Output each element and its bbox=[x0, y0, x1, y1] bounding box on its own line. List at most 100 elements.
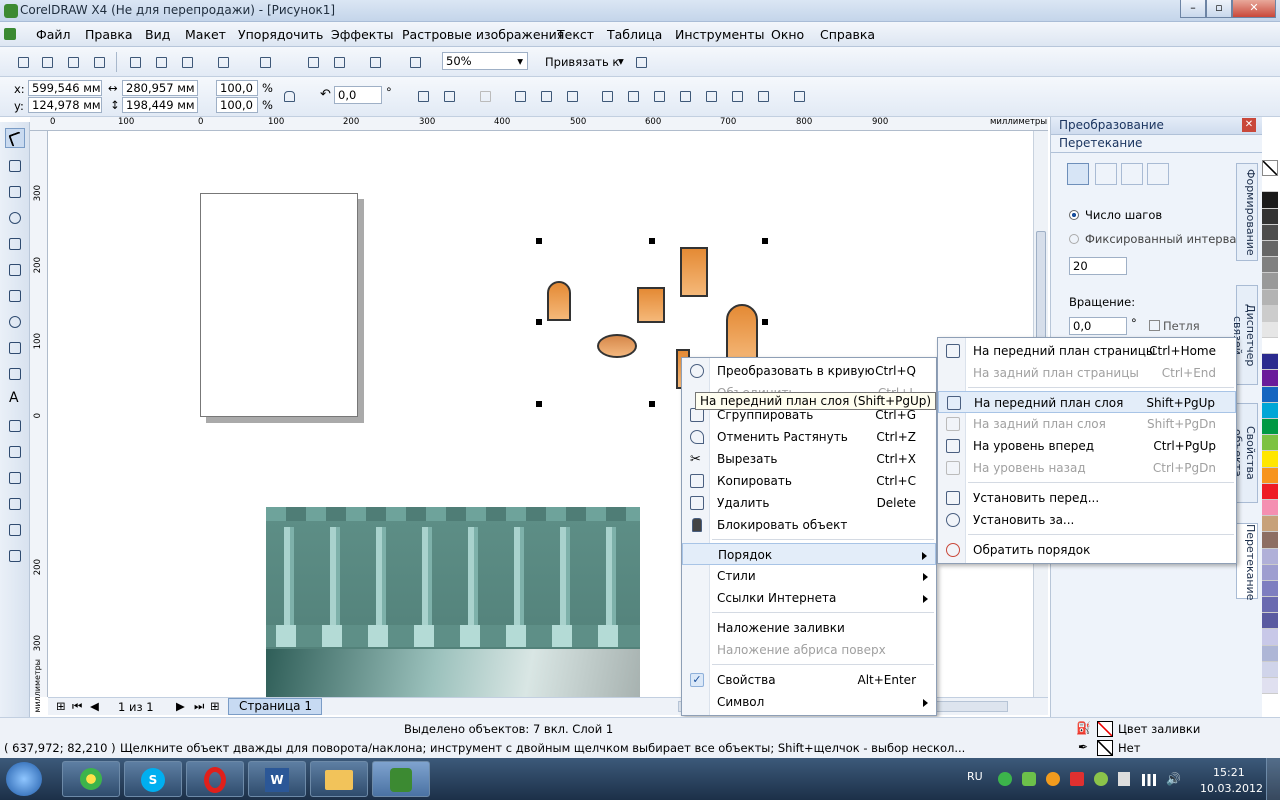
color-swatch[interactable] bbox=[1262, 483, 1278, 500]
color-swatch[interactable] bbox=[1262, 548, 1278, 565]
zoom-select[interactable]: 50% ▾ bbox=[442, 52, 528, 70]
steps-field[interactable]: 20 bbox=[1069, 257, 1127, 275]
menu-bitmaps[interactable]: Растровые изображения bbox=[402, 27, 564, 42]
ellipse-shape[interactable] bbox=[597, 334, 637, 358]
icq-tray-icon[interactable] bbox=[998, 772, 1012, 786]
menu-tools[interactable]: Инструменты bbox=[675, 27, 764, 42]
next-page-button[interactable]: ▶ bbox=[176, 699, 185, 713]
tab-object-properties[interactable]: Свойства объекта bbox=[1231, 403, 1258, 503]
fill-swatch[interactable] bbox=[1097, 721, 1113, 737]
menu-view[interactable]: Вид bbox=[145, 27, 170, 42]
close-button[interactable]: ✕ bbox=[1232, 0, 1276, 18]
blend-misc-icon[interactable] bbox=[1147, 163, 1169, 185]
zoom-tool-icon[interactable] bbox=[5, 208, 25, 228]
paste-icon[interactable] bbox=[178, 53, 196, 71]
minimize-button[interactable]: – bbox=[1180, 0, 1206, 18]
export-icon[interactable] bbox=[330, 53, 348, 71]
menu-item-to-front-of-page[interactable]: На передний план страницы Ctrl+Home bbox=[938, 340, 1236, 362]
rotation-field[interactable]: 0,0 bbox=[1069, 317, 1127, 335]
color-swatch[interactable] bbox=[1262, 580, 1278, 598]
ungroup-icon[interactable] bbox=[537, 87, 555, 105]
menu-item-styles[interactable]: Стили bbox=[682, 565, 936, 587]
color-swatch[interactable] bbox=[1262, 289, 1278, 306]
menu-item-undo-stretch[interactable]: Отменить Растянуть Ctrl+Z bbox=[682, 426, 936, 448]
new-icon[interactable] bbox=[14, 53, 32, 71]
explorer-taskbar-icon[interactable] bbox=[310, 761, 368, 797]
last-page-button[interactable]: ⏭ bbox=[194, 699, 204, 714]
outline-tool-icon[interactable] bbox=[5, 494, 25, 514]
lock-ratio-icon[interactable] bbox=[280, 87, 298, 105]
back-minus-front-icon[interactable] bbox=[754, 87, 772, 105]
color-swatch[interactable] bbox=[1262, 240, 1278, 258]
document-icon[interactable] bbox=[4, 28, 16, 40]
tab-page-1[interactable]: Страница 1 bbox=[228, 698, 322, 715]
color-swatch[interactable] bbox=[1262, 354, 1278, 371]
blend-steps-icon[interactable] bbox=[1067, 163, 1089, 185]
skype-taskbar-icon[interactable]: S bbox=[124, 761, 182, 797]
tray-app-icon[interactable] bbox=[1046, 772, 1060, 786]
outline-swatch[interactable] bbox=[1097, 740, 1113, 756]
color-swatch[interactable] bbox=[1262, 597, 1278, 614]
menu-item-to-back-of-layer[interactable]: На задний план слоя Shift+PgDn bbox=[938, 413, 1236, 435]
import-icon[interactable] bbox=[304, 53, 322, 71]
shape-tool-icon[interactable] bbox=[5, 156, 25, 176]
first-page-button[interactable]: ⏮ bbox=[72, 699, 82, 714]
app-launcher-icon[interactable] bbox=[366, 53, 384, 71]
prev-page-button[interactable]: ◀ bbox=[90, 699, 99, 713]
color-swatch[interactable] bbox=[1262, 532, 1278, 549]
balustrade-image[interactable] bbox=[266, 507, 640, 697]
color-swatch[interactable] bbox=[1262, 321, 1278, 339]
intersect-icon[interactable] bbox=[676, 87, 694, 105]
width-field[interactable]: 280,957 мм bbox=[122, 80, 198, 96]
menu-item-overprint-fill[interactable]: Наложение заливки bbox=[682, 617, 936, 639]
menu-item-cut[interactable]: ✂ Вырезать Ctrl+X bbox=[682, 448, 936, 470]
selection-handle[interactable] bbox=[536, 238, 542, 244]
menu-effects[interactable]: Эффекты bbox=[331, 27, 394, 42]
copy-icon[interactable] bbox=[152, 53, 170, 71]
scale-y-field[interactable]: 100,0 bbox=[216, 97, 258, 113]
menu-item-copy[interactable]: Копировать Ctrl+C bbox=[682, 470, 936, 492]
menu-window[interactable]: Окно bbox=[771, 27, 804, 42]
menu-item-in-front-of[interactable]: Установить перед... bbox=[938, 487, 1236, 509]
color-swatch[interactable] bbox=[1262, 645, 1278, 662]
color-swatch[interactable] bbox=[1262, 629, 1278, 646]
menu-item-properties[interactable]: ✓ Свойства Alt+Enter bbox=[682, 669, 936, 691]
radio-steps[interactable] bbox=[1069, 210, 1079, 220]
selection-handle[interactable] bbox=[649, 401, 655, 407]
text-tool-icon[interactable]: A bbox=[5, 390, 25, 410]
rotation-field[interactable]: 0,0 bbox=[334, 86, 382, 104]
menu-arrange[interactable]: Упорядочить bbox=[238, 27, 323, 42]
add-page-icon[interactable]: ⊞ bbox=[56, 699, 66, 713]
ellipse-tool-icon[interactable] bbox=[5, 312, 25, 332]
trim-icon[interactable] bbox=[650, 87, 668, 105]
menu-text[interactable]: Текст bbox=[557, 27, 594, 42]
tab-shaping[interactable]: Формирование bbox=[1236, 163, 1258, 261]
antivirus-tray-icon[interactable] bbox=[1070, 772, 1084, 786]
group-icon[interactable] bbox=[511, 87, 529, 105]
color-swatch[interactable] bbox=[1262, 273, 1278, 290]
print-icon[interactable] bbox=[90, 53, 108, 71]
freehand-tool-icon[interactable] bbox=[5, 234, 25, 254]
clock-date[interactable]: 10.03.2012 bbox=[1200, 782, 1263, 795]
rectangle-tool-icon[interactable] bbox=[5, 286, 25, 306]
polygon-tool-icon[interactable] bbox=[5, 338, 25, 358]
docker-header-transform[interactable]: Преобразование✕ bbox=[1051, 117, 1262, 135]
menu-item-back-one[interactable]: На уровень назад Ctrl+PgDn bbox=[938, 457, 1236, 479]
color-swatch[interactable] bbox=[1262, 451, 1278, 468]
window-shape[interactable] bbox=[726, 304, 758, 364]
color-swatch[interactable] bbox=[1262, 208, 1278, 225]
x-position-field[interactable]: 599,546 мм bbox=[28, 80, 102, 96]
menu-item-delete[interactable]: Удалить Delete bbox=[682, 492, 936, 514]
docker-header-blend[interactable]: Перетекание ✕ bbox=[1051, 118, 1262, 153]
menu-item-convert-to-curve[interactable]: Преобразовать в кривую Ctrl+Q bbox=[682, 360, 936, 382]
menu-item-overprint-outline[interactable]: Наложение абриса поверх bbox=[682, 639, 936, 661]
color-swatch[interactable] bbox=[1262, 370, 1278, 387]
color-swatch[interactable] bbox=[1262, 678, 1278, 695]
blend-accel-icon[interactable] bbox=[1095, 163, 1117, 185]
color-swatch[interactable] bbox=[1262, 516, 1278, 533]
align-distribute-icon[interactable] bbox=[790, 87, 808, 105]
table-tool-icon[interactable] bbox=[5, 416, 25, 436]
color-swatch[interactable] bbox=[1262, 661, 1278, 678]
menu-item-to-front-of-layer[interactable]: На передний план слоя Shift+PgUp bbox=[938, 391, 1236, 413]
menu-item-to-back-of-page[interactable]: На задний план страницы Ctrl+End bbox=[938, 362, 1236, 384]
